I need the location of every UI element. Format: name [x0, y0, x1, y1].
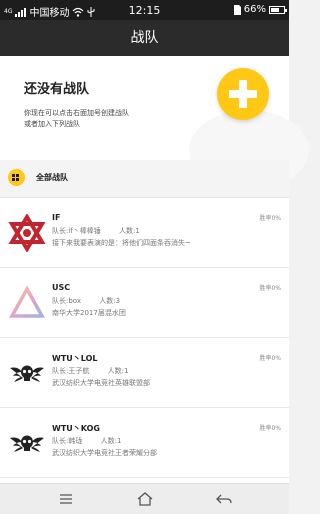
team-row[interactable]: WTU丶KOG 队长:韩珑 人数:1 武汉纺织大学电竞社王者荣耀分部 胜率0%: [0, 408, 289, 478]
team-name: IF: [52, 213, 61, 222]
team-list[interactable]: IF 队长:if丶棒棒锤 人数:1 接下来我要表演的是：将他们四面条吞消失~ 胜…: [0, 198, 289, 483]
team-row[interactable]: WTU丶LOL 队长:王子航 人数:1 武汉纺织大学电竞社英雄联盟部 胜率0%: [0, 338, 289, 408]
winged-skull-icon: [10, 435, 44, 452]
hero-desc-line2: 或者加入下列战队: [24, 120, 80, 128]
team-row[interactable]: IF 队长:if丶棒棒锤 人数:1 接下来我要表演的是：将他们四面条吞消失~ 胜…: [0, 198, 289, 268]
team-name: WTU丶LOL: [52, 354, 98, 363]
team-member-count: 人数:1: [119, 227, 140, 235]
team-meta: 队长:if丶棒棒锤 人数:1: [52, 226, 140, 236]
status-bar: 4G 中国移动 12:15 66%: [0, 0, 289, 20]
team-name: WTU丶KOG: [52, 424, 100, 433]
hero-desc-line1: 你现在可以点击右面加号创建战队: [24, 109, 129, 117]
team-captain: 队长:王子航: [52, 367, 90, 375]
hero-title: 还没有战队: [24, 82, 90, 97]
star-of-david-icon: [8, 214, 46, 252]
team-member-count: 人数:1: [100, 437, 122, 445]
team-win-rate: 胜率0%: [259, 425, 281, 432]
section-header: 全部战队: [0, 160, 289, 198]
sim-icon: [233, 4, 241, 15]
create-team-button[interactable]: [217, 68, 269, 120]
team-meta: 队长:王子航 人数:1: [52, 366, 128, 376]
team-captain: 队长:if丶棒棒锤: [52, 227, 101, 235]
winged-skull-icon: [10, 365, 44, 382]
team-captain: 队长:box: [52, 297, 82, 305]
triangle-icon: [9, 285, 45, 318]
system-nav-bar: [0, 483, 289, 514]
team-name: USC: [52, 283, 71, 292]
team-member-count: 人数:3: [99, 297, 121, 305]
battery-icon: [269, 5, 287, 14]
team-description: 武汉纺织大学电竞社英雄联盟部: [52, 379, 150, 387]
team-description: 武汉纺织大学电竞社王者荣耀分部: [52, 449, 157, 457]
menu-icon[interactable]: [56, 489, 76, 509]
page-title: 战队: [0, 20, 289, 56]
team-meta: 队长:韩珑 人数:1: [52, 436, 121, 446]
team-win-rate: 胜率0%: [259, 285, 281, 292]
grid-icon: [8, 169, 25, 186]
team-win-rate: 胜率0%: [259, 215, 281, 222]
team-row[interactable]: USC 队长:box 人数:3 南华大学2017届混水团 胜率0%: [0, 268, 289, 338]
home-icon[interactable]: [135, 489, 155, 509]
team-captain: 队长:韩珑: [52, 437, 83, 445]
back-icon[interactable]: [214, 489, 234, 509]
team-meta: 队长:box 人数:3: [52, 296, 120, 306]
hero-description: 你现在可以点击右面加号创建战队 或者加入下列战队: [24, 108, 129, 130]
team-member-count: 人数:1: [107, 367, 129, 375]
team-description: 接下来我要表演的是：将他们四面条吞消失~: [52, 239, 191, 247]
battery-percent: 66%: [243, 4, 266, 15]
team-win-rate: 胜率0%: [259, 355, 281, 362]
section-label: 全部战队: [36, 173, 68, 182]
team-description: 南华大学2017届混水团: [52, 309, 126, 317]
